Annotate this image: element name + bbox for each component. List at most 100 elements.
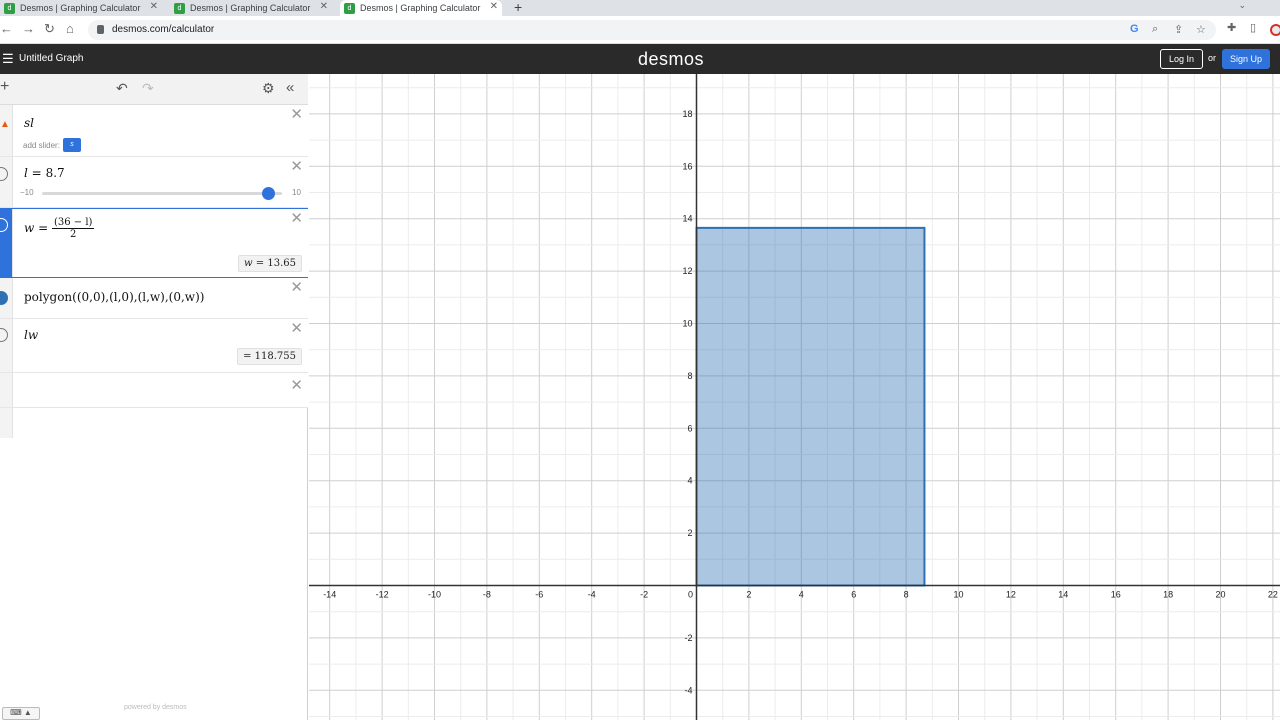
y-tick-label: -4 [684, 685, 692, 695]
graph-canvas[interactable]: -14 -12 -10 -8 -6 -4 -2 0 2 4 6 8 10 12 14 16 18 20 22 18 16… [309, 74, 1280, 720]
polygon-color-icon[interactable] [0, 291, 8, 305]
google-icon[interactable]: G [1130, 23, 1139, 35]
expression-gutter [0, 319, 13, 372]
add-slider-s-button[interactable]: s [63, 138, 81, 152]
extensions-icon[interactable]: ✚ [1227, 21, 1236, 34]
expression-gutter [0, 278, 13, 318]
x-tick-label: 22 [1268, 590, 1278, 600]
share-icon[interactable]: ⇪ [1174, 23, 1183, 36]
chevron-down-icon[interactable]: ⌄ [1238, 0, 1246, 11]
expression-gutter [0, 157, 13, 207]
forward-icon[interactable]: → [22, 22, 35, 36]
y-tick-label: -2 [684, 633, 692, 643]
new-tab-icon[interactable]: + [514, 0, 522, 14]
keyboard-toggle-icon[interactable]: ⌨ ▲ [2, 707, 40, 720]
x-tick-label: 10 [953, 590, 963, 600]
expression-row-5[interactable]: lw = 118.755 ✕ [0, 319, 308, 373]
expression-input[interactable]: polygon((0,0),(l,0),(l,w),(0,w)) [24, 290, 204, 304]
delete-expression-icon[interactable]: ✕ [290, 159, 303, 174]
expression-row-4[interactable]: polygon((0,0),(l,0),(l,w),(0,w)) ✕ [0, 278, 308, 319]
slider-track[interactable] [42, 192, 282, 195]
expression-row-empty[interactable]: ✕ [0, 373, 308, 408]
desmos-logo: desmos [638, 49, 705, 69]
url-field[interactable]: desmos.com/calculator G ⌕ ⇪ ☆ [88, 20, 1216, 40]
expression-gutter: ▲ [0, 105, 13, 156]
expression-input[interactable]: sl [24, 116, 34, 130]
delete-expression-icon[interactable]: ✕ [290, 280, 303, 295]
slider-expression[interactable]: l = 8.7 [24, 166, 65, 180]
login-button[interactable]: Log In [1160, 49, 1203, 69]
browser-tab-2[interactable]: d Desmos | Graphing Calculator ✕ [170, 0, 332, 16]
expression-toolbar: + ↶ ↷ ⚙ « [0, 74, 308, 105]
delete-expression-icon[interactable]: ✕ [290, 378, 303, 393]
delete-expression-icon[interactable]: ✕ [290, 107, 303, 122]
warning-icon: ▲ [0, 119, 10, 130]
desmos-header: ☰ Untitled Graph desmos Log In or Sign U… [0, 44, 1280, 74]
home-icon[interactable]: ⌂ [66, 22, 74, 36]
lock-icon [97, 25, 104, 34]
x-tick-label: -12 [376, 590, 389, 600]
expression-input[interactable]: lw [24, 328, 38, 342]
expression-gutter [0, 209, 13, 277]
y-tick-label: 14 [682, 214, 692, 224]
x-tick-label: -4 [588, 590, 596, 600]
slider-max[interactable]: 10 [292, 188, 301, 197]
tab-title: Desmos | Graphing Calculator [20, 3, 141, 13]
browser-tab-1[interactable]: d Desmos | Graphing Calculator ✕ [0, 0, 162, 16]
back-icon[interactable]: ← [0, 22, 13, 36]
expression-row-3-selected[interactable]: w = (36 − l) 2 w = 13.65 ✕ [0, 208, 308, 278]
url-text: desmos.com/calculator [112, 24, 215, 35]
expression-row-2[interactable]: l = 8.7 −10 10 ✕ [0, 157, 308, 208]
add-item-icon[interactable]: + [0, 79, 9, 95]
polygon-rectangle [695, 226, 926, 587]
browser-tab-3-active[interactable]: d Desmos | Graphing Calculator ✕ [340, 0, 502, 16]
bookmark-star-icon[interactable]: ☆ [1196, 23, 1206, 36]
slider-handle[interactable] [262, 187, 275, 200]
x-tick-label: -8 [483, 590, 491, 600]
y-tick-label: 4 [687, 476, 692, 486]
close-tab-icon[interactable]: ✕ [150, 1, 158, 12]
menu-icon[interactable]: ☰ [2, 52, 14, 65]
delete-expression-icon[interactable]: ✕ [290, 321, 303, 336]
expression-input[interactable]: w = (36 − l) 2 [24, 217, 95, 240]
y-tick-label: 6 [687, 423, 692, 433]
x-tick-label: 18 [1163, 590, 1173, 600]
expression-row-1[interactable]: ▲ sl add slider: s ✕ [0, 105, 308, 157]
slider-min[interactable]: −10 [20, 188, 34, 197]
delete-expression-icon[interactable]: ✕ [290, 211, 303, 226]
variable-l: l [24, 166, 28, 180]
slider-value: 8.7 [45, 166, 65, 180]
undo-icon[interactable]: ↶ [116, 81, 128, 95]
x-tick-label: 6 [851, 590, 856, 600]
x-tick-label: 14 [1058, 590, 1068, 600]
desmos-favicon-icon: d [344, 2, 355, 14]
result-variable: w [244, 258, 253, 269]
close-tab-icon[interactable]: ✕ [320, 1, 328, 12]
or-text: or [1208, 53, 1217, 63]
gutter-extension [0, 408, 13, 438]
zoom-icon[interactable]: ⌕ [1152, 23, 1158, 36]
side-panel-icon[interactable]: ▯ [1250, 21, 1256, 34]
result-value: 118.755 [254, 351, 296, 362]
play-slider-icon[interactable] [0, 167, 8, 181]
settings-gear-icon[interactable]: ⚙ [262, 81, 275, 95]
redo-icon[interactable]: ↷ [142, 81, 154, 95]
variable-w: w [24, 221, 35, 235]
reload-icon[interactable]: ↻ [44, 22, 55, 36]
y-tick-label: 16 [682, 161, 692, 171]
graph-title[interactable]: Untitled Graph [19, 53, 83, 64]
x-tick-label: 12 [1006, 590, 1016, 600]
collapse-panel-icon[interactable]: « [286, 80, 294, 95]
fraction: (36 − l) 2 [52, 217, 95, 240]
close-tab-icon[interactable]: ✕ [490, 1, 498, 12]
signup-button[interactable]: Sign Up [1222, 49, 1270, 69]
evaluation-box: = 118.755 [237, 348, 302, 365]
expression-gutter [0, 373, 13, 407]
color-toggle-icon[interactable] [0, 218, 8, 232]
y-tick-label: 12 [682, 266, 692, 276]
x-tick-label: 8 [904, 590, 909, 600]
address-bar: ← → ↻ ⌂ desmos.com/calculator G ⌕ ⇪ ☆ ✚ … [0, 16, 1280, 44]
expression-icon [0, 328, 8, 342]
profile-avatar[interactable] [1270, 24, 1280, 36]
result-value: 13.65 [267, 258, 296, 269]
